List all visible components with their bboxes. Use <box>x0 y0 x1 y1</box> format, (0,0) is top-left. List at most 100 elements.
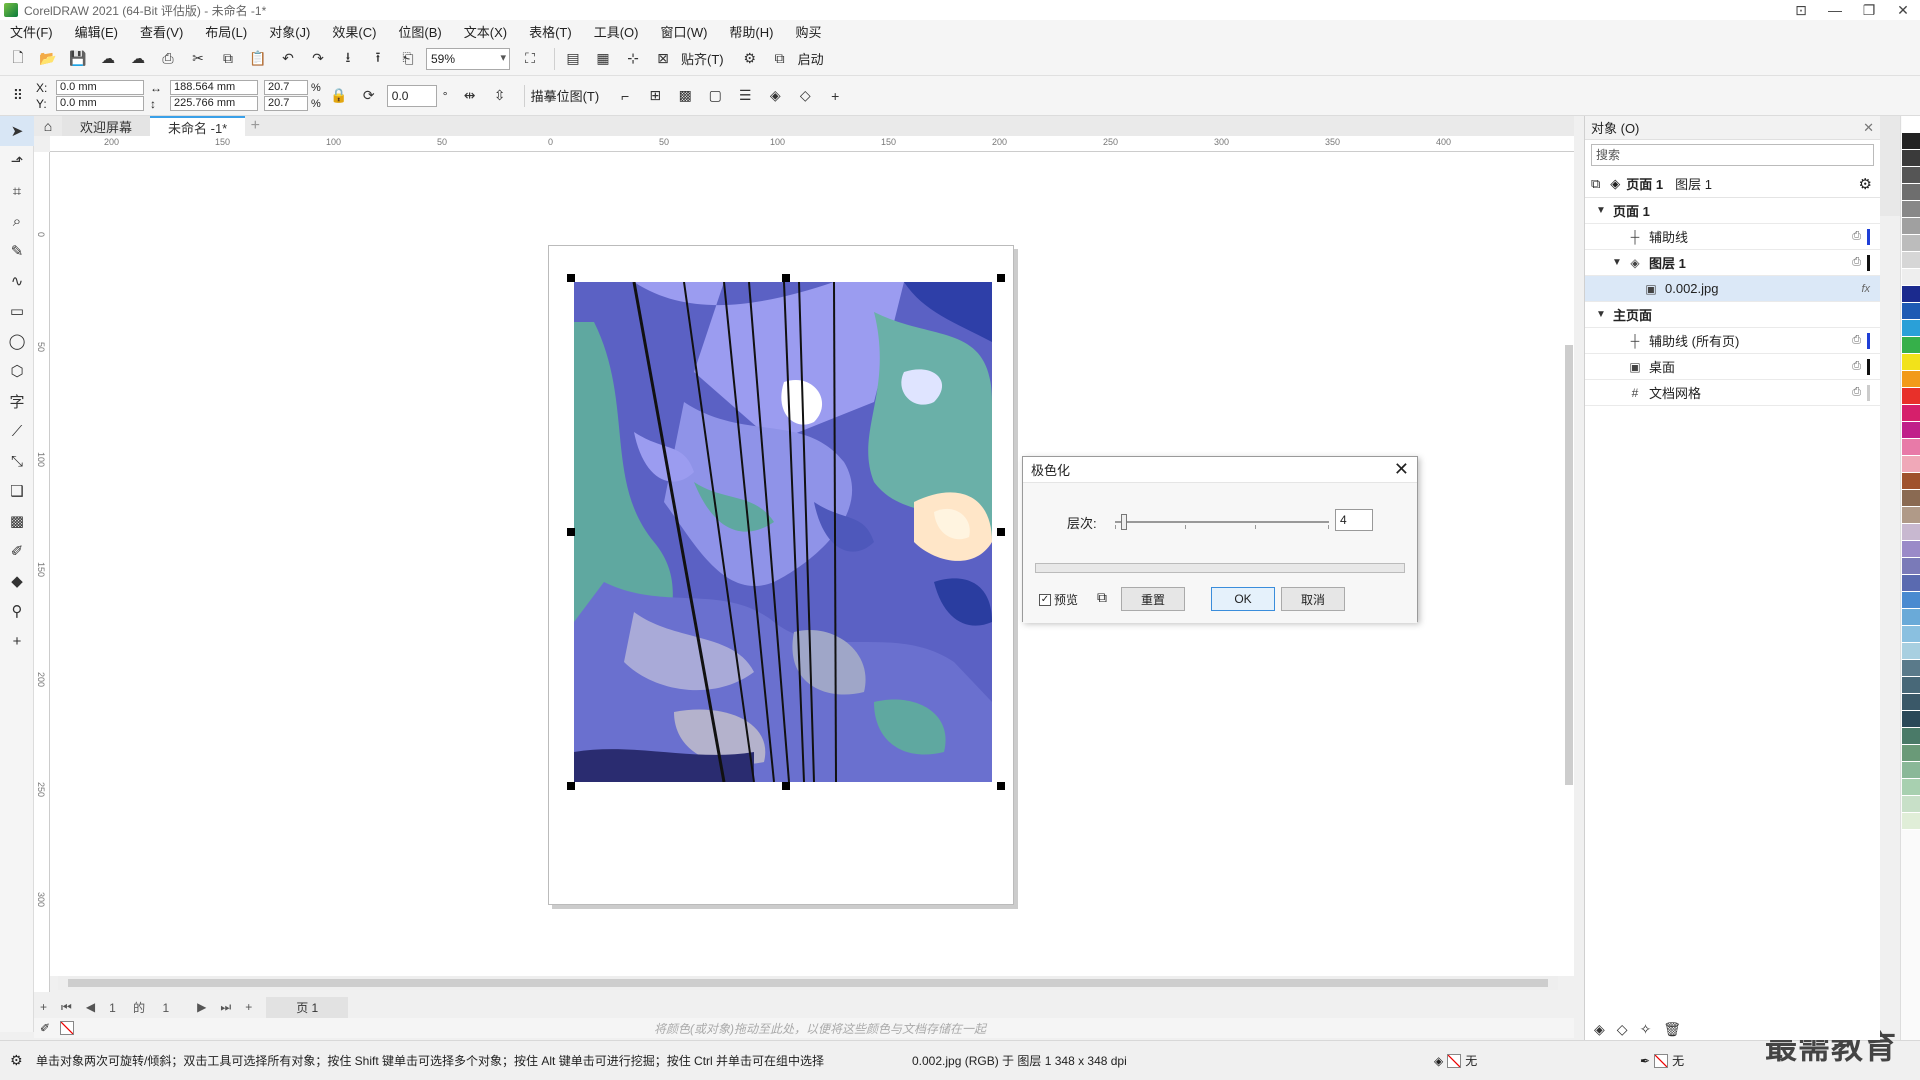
horizontal-ruler[interactable]: 200 150 100 50 0 50 100 150 200 250 300 350 400 <box>50 136 1574 152</box>
slider-knob[interactable] <box>1121 514 1127 530</box>
scale-x-input[interactable]: 20.7 <box>264 80 308 95</box>
width-input[interactable]: 188.564 mm <box>170 80 258 95</box>
artistic-media-icon[interactable]: ∿ <box>0 266 34 296</box>
color-swatch[interactable] <box>1901 150 1920 167</box>
printable-icon[interactable]: ⎙ <box>1852 386 1861 399</box>
object-tree-row[interactable]: ▼ 主页面 <box>1585 302 1880 328</box>
polygon-tool-icon[interactable]: ⬡ <box>0 356 34 386</box>
color-swatch[interactable] <box>1901 677 1920 694</box>
pick-tool-icon[interactable]: ➤ <box>0 116 34 146</box>
color-swatch[interactable] <box>1901 575 1920 592</box>
selection-handle[interactable] <box>997 528 1005 536</box>
color-swatch[interactable] <box>1901 609 1920 626</box>
edit-bitmap-icon[interactable]: ▩ <box>673 84 697 108</box>
parallel-dimension-icon[interactable]: ⟋ <box>0 416 34 446</box>
printable-icon[interactable]: ⎙ <box>1852 230 1861 243</box>
undo-icon[interactable]: ↶ <box>276 47 300 71</box>
color-swatch[interactable] <box>1901 337 1920 354</box>
mirror-horizontal-icon[interactable]: ⇹ <box>458 84 482 108</box>
color-swatch[interactable] <box>1901 507 1920 524</box>
color-swatch[interactable] <box>1901 490 1920 507</box>
layer-color-bar[interactable] <box>1867 332 1870 349</box>
rotate-icon[interactable]: ⟳ <box>357 84 381 108</box>
color-swatch[interactable] <box>1901 354 1920 371</box>
zoom-tool-icon[interactable]: ⌕ <box>0 206 34 236</box>
rectangle-tool-icon[interactable]: ▭ <box>0 296 34 326</box>
new-document-icon[interactable]: 🗋 <box>6 47 30 71</box>
resample-icon[interactable]: ⊞ <box>643 84 667 108</box>
level-slider[interactable] <box>1115 514 1329 530</box>
menu-effects[interactable]: 效果(C) <box>332 22 376 41</box>
maximize-button[interactable]: ❐ <box>1852 0 1886 20</box>
object-tree-row[interactable]: ┼ 辅助线 ⎙ <box>1585 224 1880 250</box>
color-swatch[interactable] <box>1901 643 1920 660</box>
color-swatch[interactable] <box>1901 813 1920 830</box>
snap-off-icon[interactable]: ⊠ <box>651 47 675 71</box>
docker-close-icon[interactable]: ✕ <box>1863 120 1874 136</box>
color-swatch[interactable] <box>1901 201 1920 218</box>
add-page-icon[interactable]: + <box>40 1000 47 1014</box>
reset-button[interactable]: 重置 <box>1121 587 1185 611</box>
color-swatch[interactable] <box>1901 473 1920 490</box>
eyedropper-icon[interactable]: ✐ <box>0 536 34 566</box>
add-page-after-icon[interactable]: + <box>245 1000 252 1014</box>
menu-object[interactable]: 对象(J) <box>269 22 310 41</box>
object-tree-row[interactable]: ┼ 辅助线 (所有页) ⎙ <box>1585 328 1880 354</box>
publish-pdf-icon[interactable]: ⎗ <box>396 47 420 71</box>
dialog-close-icon[interactable]: ✕ <box>1394 459 1409 480</box>
tab-welcome-screen[interactable]: 欢迎屏幕 <box>62 116 151 136</box>
color-swatch[interactable] <box>1901 439 1920 456</box>
selection-handle[interactable] <box>782 274 790 282</box>
color-swatch[interactable] <box>1901 796 1920 813</box>
print-icon[interactable]: ⎙ <box>156 47 180 71</box>
color-swatch[interactable] <box>1901 694 1920 711</box>
add-tool-icon[interactable]: + <box>0 626 34 656</box>
y-position-input[interactable]: 0.0 mm <box>56 96 144 111</box>
menu-view[interactable]: 查看(V) <box>140 22 183 41</box>
bitmap-frame-icon[interactable]: ▢ <box>703 84 727 108</box>
cut-icon[interactable]: ✂ <box>186 47 210 71</box>
color-swatch[interactable] <box>1901 456 1920 473</box>
color-swatch[interactable] <box>1901 422 1920 439</box>
layer-color-bar[interactable] <box>1867 384 1870 401</box>
text-wrap-icon[interactable]: ☰ <box>733 84 757 108</box>
color-swatch[interactable] <box>1901 592 1920 609</box>
expand-caret-icon[interactable]: ▼ <box>1593 205 1609 216</box>
drop-shadow-icon[interactable]: ❑ <box>0 476 34 506</box>
color-swatch[interactable] <box>1901 116 1920 133</box>
expand-caret-icon[interactable]: ▼ <box>1593 309 1609 320</box>
object-tree-row[interactable]: ▼ 页面 1 <box>1585 198 1880 224</box>
menu-edit[interactable]: 编辑(E) <box>75 22 118 41</box>
crop-bitmap-icon[interactable]: ⌐ <box>613 84 637 108</box>
popout-icon[interactable]: ⧉ <box>1097 589 1107 606</box>
ellipse-tool-icon[interactable]: ◯ <box>0 326 34 356</box>
page-icon[interactable]: ⧉ <box>1591 176 1600 192</box>
last-page-icon[interactable]: ⏭ <box>220 1000 231 1015</box>
new-layer-icon[interactable]: ◈ <box>1594 1021 1605 1038</box>
copy-icon[interactable]: ⧉ <box>216 47 240 71</box>
settings-gear-icon[interactable]: ⚙ <box>10 1052 23 1069</box>
object-tree-row[interactable]: ▣ 桌面 ⎙ <box>1585 354 1880 380</box>
selection-handle[interactable] <box>997 782 1005 790</box>
layer-color-bar[interactable] <box>1867 358 1870 375</box>
path-page[interactable]: 页面 1 <box>1626 174 1663 193</box>
rotation-angle-input[interactable]: 0.0 <box>386 84 437 107</box>
effects-icon[interactable]: ✧ <box>1640 1021 1652 1038</box>
crop-tool-icon[interactable]: ⌗ <box>0 176 34 206</box>
restore-panel-icon[interactable]: ⊡ <box>1784 0 1818 20</box>
freehand-tool-icon[interactable]: ✎ <box>0 236 34 266</box>
menu-bitmaps[interactable]: 位图(B) <box>398 22 441 41</box>
launch-icon[interactable]: ⧉ <box>768 47 792 71</box>
vertical-ruler[interactable]: 050100150200250300350 <box>34 152 50 1017</box>
object-origin-icon[interactable]: ⠿ <box>6 84 30 108</box>
color-swatch[interactable] <box>1901 558 1920 575</box>
new-tab-icon[interactable]: + <box>245 116 265 136</box>
selection-handle[interactable] <box>567 528 575 536</box>
docker-side-tabs[interactable] <box>1880 116 1900 216</box>
no-color-swatch[interactable] <box>60 1021 75 1035</box>
mirror-vertical-icon[interactable]: ⇳ <box>488 84 512 108</box>
object-tree-row[interactable]: ▼ ◈ 图层 1 ⎙ <box>1585 250 1880 276</box>
selection-handle[interactable] <box>567 274 575 282</box>
tab-document[interactable]: 未命名 -1* <box>150 116 246 136</box>
color-swatch[interactable] <box>1901 388 1920 405</box>
